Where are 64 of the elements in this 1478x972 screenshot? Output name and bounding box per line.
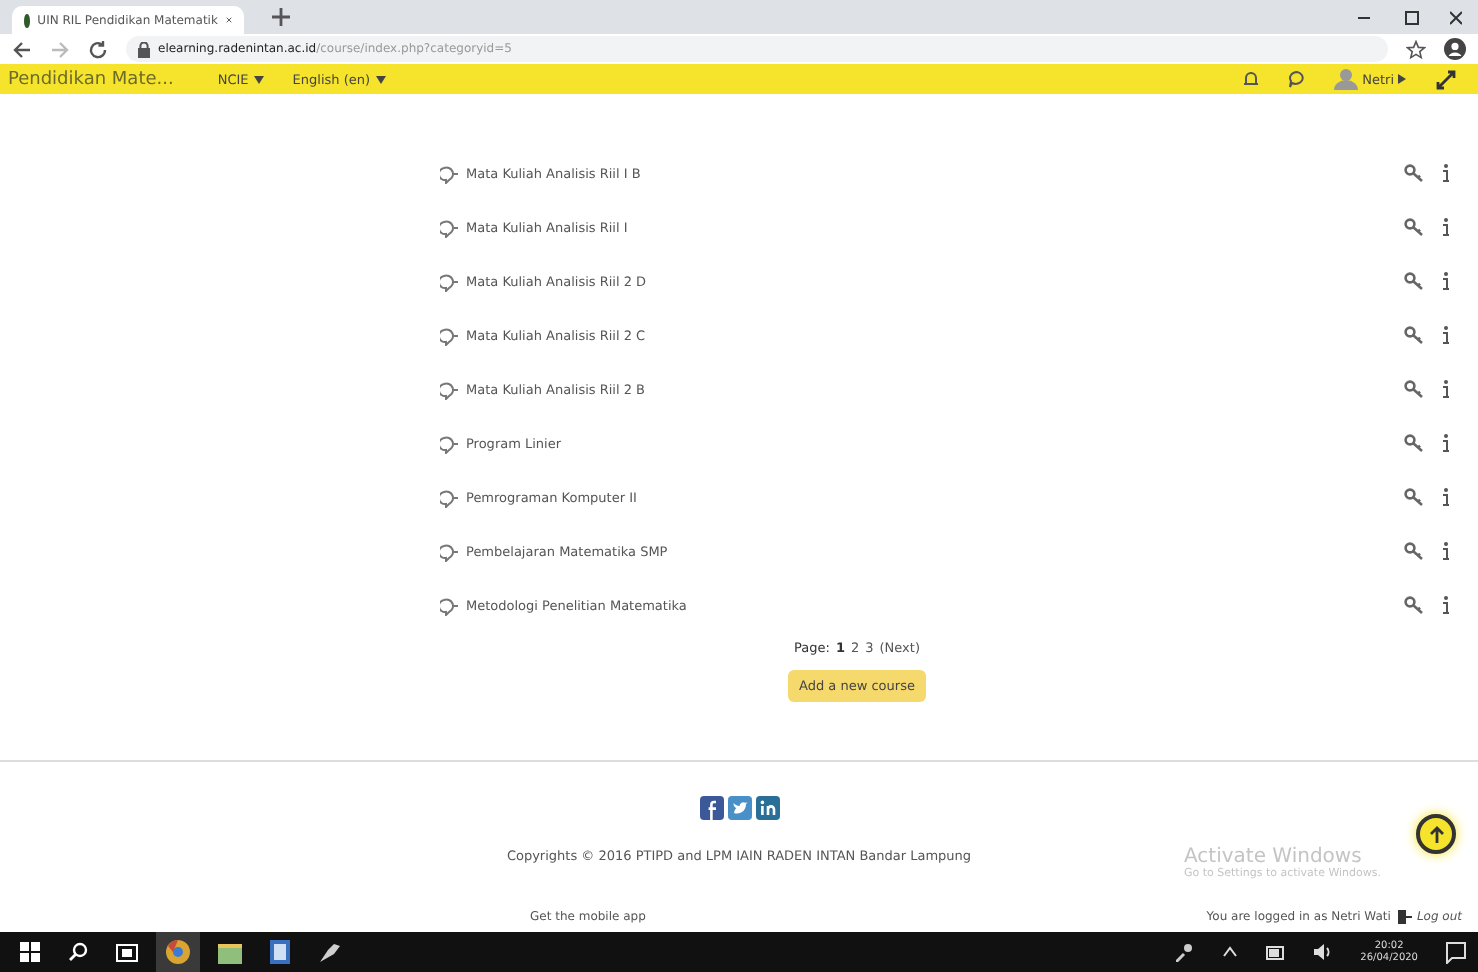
close-window-icon[interactable] <box>1450 7 1462 27</box>
facebook-icon[interactable] <box>699 796 723 820</box>
key-icon[interactable] <box>1404 164 1424 182</box>
search-icon[interactable] <box>68 942 88 962</box>
twitter-icon[interactable] <box>727 796 751 820</box>
course-icon <box>440 433 458 453</box>
activation-title: Activate Windows <box>1184 846 1362 868</box>
info-icon[interactable] <box>1442 380 1450 398</box>
new-tab-icon[interactable] <box>272 8 290 26</box>
site-favicon-icon <box>24 13 30 27</box>
caret-down-icon <box>254 75 265 83</box>
info-icon[interactable] <box>1442 488 1450 506</box>
info-icon[interactable] <box>1442 218 1450 236</box>
browser-icon <box>166 940 190 964</box>
chat-icon[interactable] <box>1288 70 1307 88</box>
key-icon[interactable] <box>1404 596 1424 614</box>
site-name[interactable]: Pendidikan Mate... <box>8 69 174 89</box>
battery-icon[interactable] <box>1266 945 1287 959</box>
info-icon[interactable] <box>1442 272 1450 290</box>
bell-icon[interactable] <box>1242 70 1261 88</box>
key-icon[interactable] <box>1404 272 1424 290</box>
key-icon[interactable] <box>1404 326 1424 344</box>
course-icon <box>440 163 458 183</box>
info-icon[interactable] <box>1442 596 1450 614</box>
caret-right-icon <box>1398 74 1406 84</box>
key-icon[interactable] <box>1404 434 1424 452</box>
back-icon[interactable] <box>12 39 32 59</box>
course-icon <box>440 271 458 291</box>
key-icon[interactable] <box>1404 218 1424 236</box>
paint-icon[interactable] <box>318 940 342 964</box>
info-icon[interactable] <box>1442 542 1450 560</box>
course-icon <box>440 541 458 561</box>
logout-icon <box>1398 910 1413 924</box>
key-icon[interactable] <box>1404 542 1424 560</box>
avatar-icon <box>1334 68 1359 90</box>
profile-icon[interactable] <box>1444 38 1466 60</box>
task-view-icon[interactable] <box>116 943 138 961</box>
caret-icon[interactable] <box>1222 946 1239 958</box>
star-icon[interactable] <box>1406 39 1426 59</box>
info-icon[interactable] <box>1442 164 1450 182</box>
up-arrow-icon <box>1427 825 1445 843</box>
key-icon[interactable] <box>1404 380 1424 398</box>
course-icon <box>440 379 458 399</box>
info-icon[interactable] <box>1442 326 1450 344</box>
linkedin-icon[interactable] <box>755 796 779 820</box>
speaker-icon[interactable] <box>1314 944 1333 960</box>
caret-down-icon <box>376 75 387 83</box>
restore-icon[interactable] <box>1402 7 1422 27</box>
expand-icon[interactable] <box>1434 67 1458 91</box>
course-icon <box>440 325 458 345</box>
scroll-to-top-button[interactable] <box>1416 814 1456 854</box>
course-icon <box>440 217 458 237</box>
info-icon[interactable] <box>1442 434 1450 452</box>
lock-icon <box>138 41 150 57</box>
notification-icon[interactable] <box>1446 941 1466 963</box>
chrome-taskbar-button[interactable] <box>156 932 200 972</box>
folder-icon[interactable] <box>218 941 242 963</box>
course-icon <box>440 595 458 615</box>
course-icon <box>440 487 458 507</box>
windows-start-icon[interactable] <box>20 942 40 962</box>
document-icon[interactable] <box>270 940 290 964</box>
reload-icon[interactable] <box>88 39 108 59</box>
key-icon[interactable] <box>1404 488 1424 506</box>
close-icon[interactable] <box>225 12 232 28</box>
